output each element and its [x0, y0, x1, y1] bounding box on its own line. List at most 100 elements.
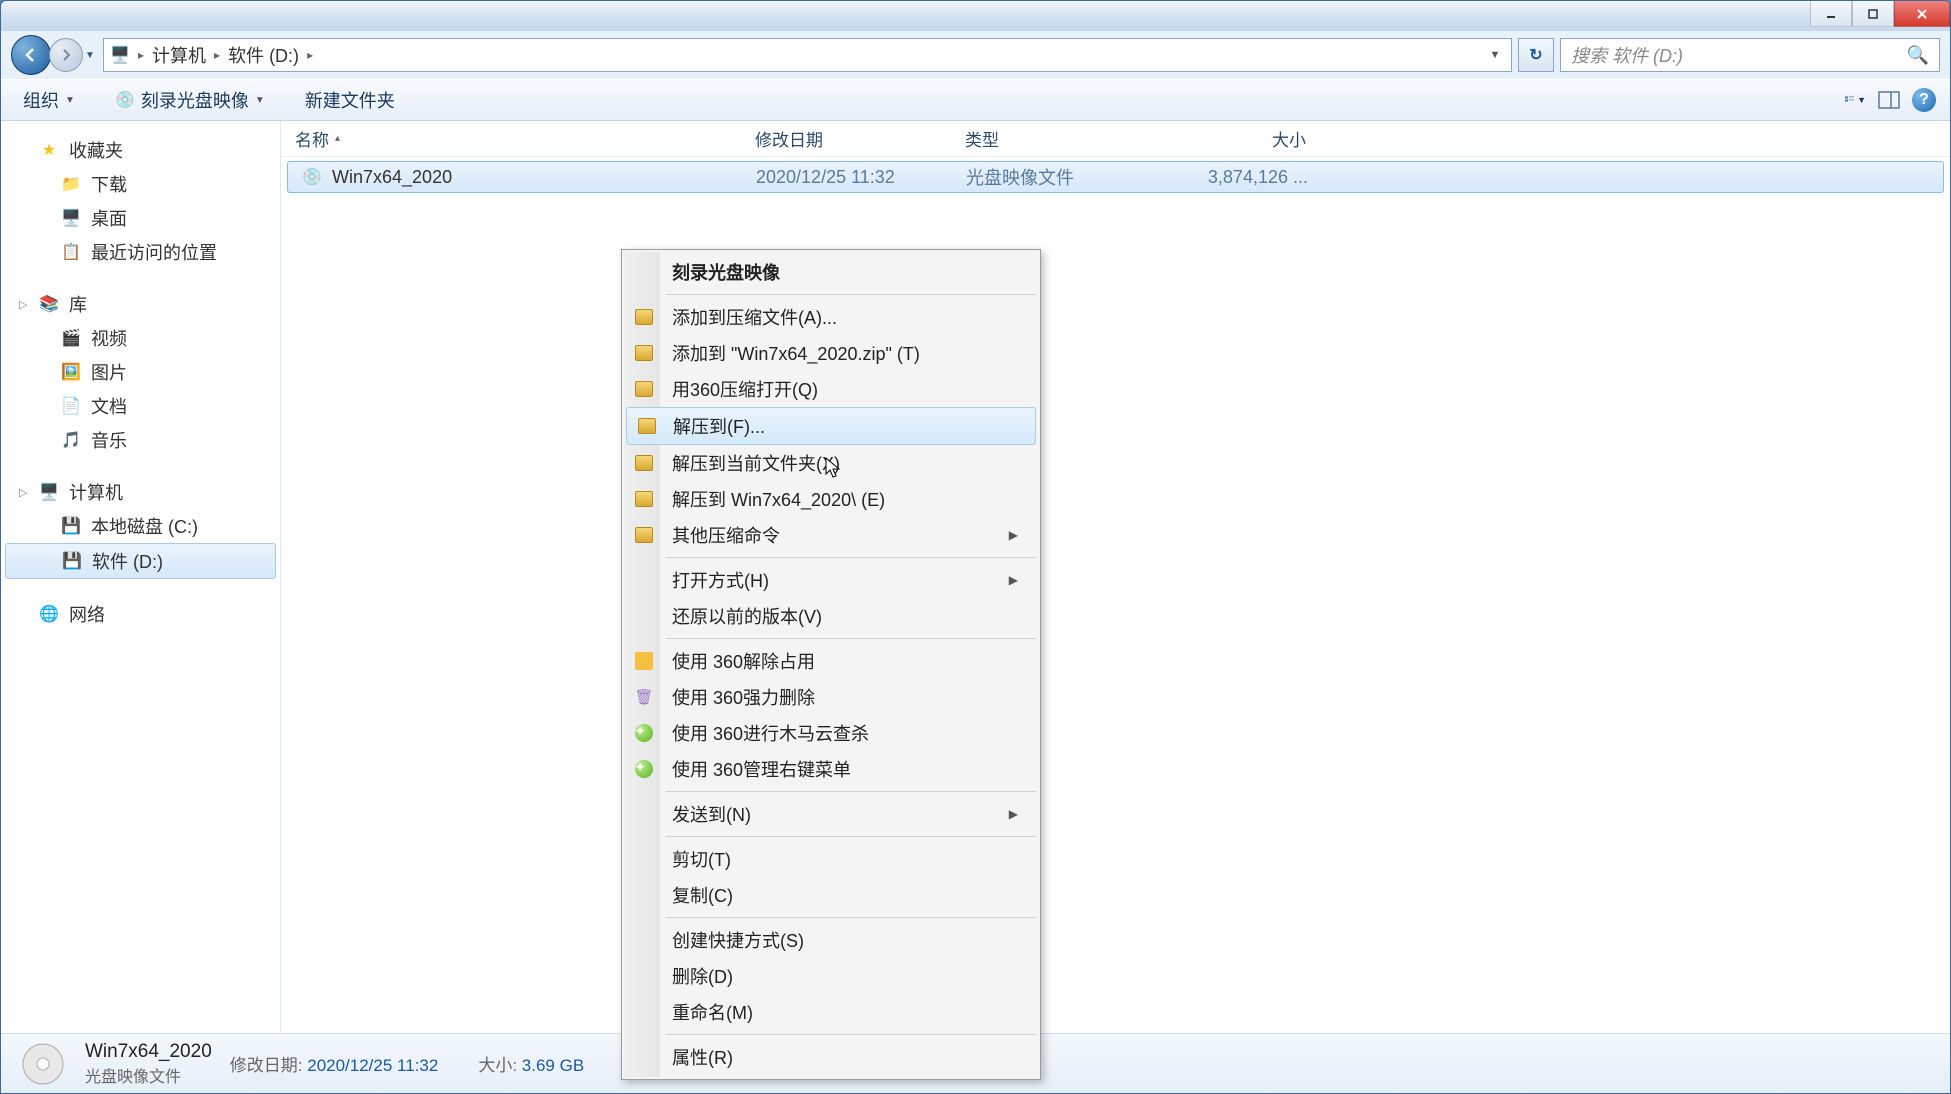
- sidebar-item-drive-c[interactable]: 💾本地磁盘 (C:): [1, 509, 280, 543]
- archive-icon: [634, 379, 654, 399]
- sidebar-item-downloads[interactable]: 📁下载: [1, 167, 280, 201]
- preview-pane-button[interactable]: [1878, 89, 1900, 111]
- ctx-delete[interactable]: 删除(D): [624, 958, 1038, 994]
- submenu-arrow-icon: ▶: [1009, 573, 1018, 587]
- burn-image-button[interactable]: 💿刻录光盘映像▼: [107, 83, 273, 117]
- context-menu: 刻录光盘映像 添加到压缩文件(A)... 添加到 "Win7x64_2020.z…: [621, 249, 1041, 1080]
- disc-icon: 💿: [115, 90, 135, 110]
- ctx-open-360zip[interactable]: 用360压缩打开(Q): [624, 371, 1038, 407]
- details-size-label: 大小:: [478, 1056, 517, 1075]
- file-row[interactable]: 💿Win7x64_2020 2020/12/25 11:32 光盘映像文件 3,…: [287, 161, 1944, 193]
- breadcrumb-computer[interactable]: 计算机: [152, 42, 206, 68]
- column-name[interactable]: 名称▴: [281, 126, 741, 151]
- sidebar: ★收藏夹 📁下载 🖥️桌面 📋最近访问的位置 ▷📚库 🎬视频 🖼️图片 📄文档 …: [1, 121, 281, 1033]
- ctx-separator: [666, 557, 1036, 558]
- ctx-open-with[interactable]: 打开方式(H)▶: [624, 562, 1038, 598]
- sidebar-computer-header[interactable]: ▷🖥️计算机: [1, 475, 280, 509]
- ctx-extract-to[interactable]: 解压到(F)...: [626, 407, 1036, 445]
- sidebar-computer: ▷🖥️计算机 💾本地磁盘 (C:) 💾软件 (D:): [1, 475, 280, 579]
- file-list: 名称▴ 修改日期 类型 大小 💿Win7x64_2020 2020/12/25 …: [281, 121, 1950, 1033]
- address-dropdown[interactable]: ▼: [1485, 49, 1505, 61]
- column-type[interactable]: 类型: [951, 126, 1161, 151]
- address-bar[interactable]: 🖥️ ▸ 计算机 ▸ 软件 (D:) ▸ ▼: [103, 38, 1512, 72]
- ctx-separator: [666, 638, 1036, 639]
- details-file-icon: [19, 1040, 67, 1088]
- archive-icon: [634, 453, 654, 473]
- ctx-360-forcedel[interactable]: 🗑使用 360强力删除: [624, 679, 1038, 715]
- window-controls: [1810, 1, 1950, 27]
- unlock-icon: [634, 651, 654, 671]
- pictures-icon: 🖼️: [61, 362, 81, 382]
- sidebar-favorites-header[interactable]: ★收藏夹: [1, 133, 280, 167]
- forward-button[interactable]: [49, 38, 83, 72]
- refresh-button[interactable]: ↻: [1518, 38, 1554, 72]
- organize-button[interactable]: 组织▼: [15, 83, 83, 117]
- details-date: 2020/12/25 11:32: [307, 1056, 438, 1075]
- ctx-restore-previous[interactable]: 还原以前的版本(V): [624, 598, 1038, 634]
- trash-icon: 🗑: [634, 687, 654, 707]
- details-meta: 修改日期: 2020/12/25 11:32 大小: 3.69 GB: [230, 1051, 584, 1076]
- ctx-360-ctxmgr[interactable]: ✦使用 360管理右键菜单: [624, 751, 1038, 787]
- expand-icon[interactable]: ▷: [19, 298, 27, 311]
- archive-icon: [634, 307, 654, 327]
- column-size[interactable]: 大小: [1161, 126, 1321, 151]
- ctx-rename[interactable]: 重命名(M): [624, 994, 1038, 1030]
- ctx-360-unlock[interactable]: 使用 360解除占用: [624, 643, 1038, 679]
- ctx-separator: [666, 917, 1036, 918]
- ctx-copy[interactable]: 复制(C): [624, 877, 1038, 913]
- desktop-icon: 🖥️: [61, 208, 81, 228]
- view-options-button[interactable]: ▼: [1844, 89, 1866, 111]
- ctx-separator: [666, 1034, 1036, 1035]
- manage-icon: ✦: [634, 759, 654, 779]
- nav-history-dropdown[interactable]: ▼: [83, 38, 97, 72]
- back-button[interactable]: [11, 35, 51, 75]
- documents-icon: 📄: [61, 396, 81, 416]
- new-folder-button[interactable]: 新建文件夹: [297, 83, 403, 117]
- sidebar-item-desktop[interactable]: 🖥️桌面: [1, 201, 280, 235]
- sidebar-libraries-header[interactable]: ▷📚库: [1, 287, 280, 321]
- explorer-window: ▼ 🖥️ ▸ 计算机 ▸ 软件 (D:) ▸ ▼ ↻ 搜索 软件 (D:) 🔍 …: [0, 0, 1951, 1094]
- sidebar-item-pictures[interactable]: 🖼️图片: [1, 355, 280, 389]
- ctx-extract-here[interactable]: 解压到当前文件夹(X): [624, 445, 1038, 481]
- ctx-separator: [666, 791, 1036, 792]
- minimize-button[interactable]: [1810, 1, 1852, 27]
- sidebar-favorites: ★收藏夹 📁下载 🖥️桌面 📋最近访问的位置: [1, 133, 280, 269]
- ctx-create-shortcut[interactable]: 创建快捷方式(S): [624, 922, 1038, 958]
- close-button[interactable]: [1894, 1, 1950, 27]
- location-icon: 🖥️: [110, 45, 130, 65]
- star-icon: ★: [39, 140, 59, 160]
- ctx-properties[interactable]: 属性(R): [624, 1039, 1038, 1075]
- sidebar-item-documents[interactable]: 📄文档: [1, 389, 280, 423]
- libraries-icon: 📚: [39, 294, 59, 314]
- network-icon: 🌐: [39, 604, 59, 624]
- breadcrumb-sep: ▸: [214, 48, 220, 62]
- sidebar-item-videos[interactable]: 🎬视频: [1, 321, 280, 355]
- ctx-add-archive[interactable]: 添加到压缩文件(A)...: [624, 299, 1038, 335]
- ctx-360-scan[interactable]: ✦使用 360进行木马云查杀: [624, 715, 1038, 751]
- search-placeholder: 搜索 软件 (D:): [1571, 42, 1683, 68]
- sidebar-network: 🌐网络: [1, 597, 280, 631]
- column-date[interactable]: 修改日期: [741, 126, 951, 151]
- ctx-add-zip[interactable]: 添加到 "Win7x64_2020.zip" (T): [624, 335, 1038, 371]
- details-size: 3.69 GB: [522, 1056, 584, 1075]
- help-button[interactable]: ?: [1912, 88, 1936, 112]
- sidebar-item-recent[interactable]: 📋最近访问的位置: [1, 235, 280, 269]
- toolbar: 组织▼ 💿刻录光盘映像▼ 新建文件夹 ▼ ?: [1, 79, 1950, 121]
- sidebar-item-drive-d[interactable]: 💾软件 (D:): [5, 543, 276, 579]
- ctx-separator: [666, 836, 1036, 837]
- ctx-extract-named[interactable]: 解压到 Win7x64_2020\ (E): [624, 481, 1038, 517]
- expand-icon[interactable]: ▷: [19, 486, 27, 499]
- sort-indicator: ▴: [335, 133, 340, 144]
- titlebar: [1, 1, 1950, 31]
- search-box[interactable]: 搜索 软件 (D:) 🔍: [1560, 38, 1940, 72]
- file-type: 光盘映像文件: [952, 164, 1162, 190]
- sidebar-item-music[interactable]: 🎵音乐: [1, 423, 280, 457]
- ctx-burn-image[interactable]: 刻录光盘映像: [624, 254, 1038, 290]
- ctx-cut[interactable]: 剪切(T): [624, 841, 1038, 877]
- breadcrumb-drive[interactable]: 软件 (D:): [228, 42, 299, 68]
- maximize-button[interactable]: [1852, 1, 1894, 27]
- ctx-send-to[interactable]: 发送到(N)▶: [624, 796, 1038, 832]
- details-name: Win7x64_2020: [85, 1041, 212, 1063]
- sidebar-network-header[interactable]: 🌐网络: [1, 597, 280, 631]
- ctx-other-zip[interactable]: 其他压缩命令▶: [624, 517, 1038, 553]
